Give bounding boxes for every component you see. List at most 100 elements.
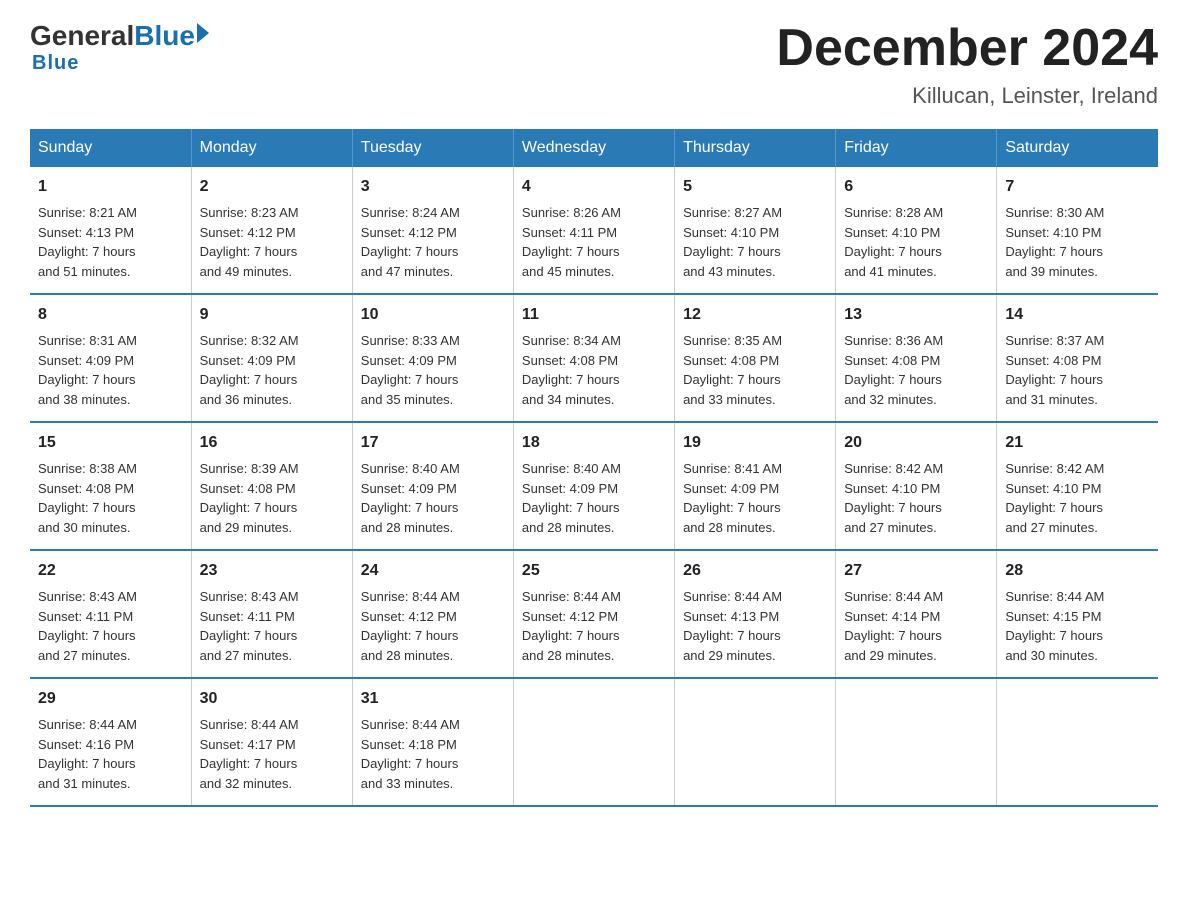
day-number: 3 (361, 175, 505, 199)
day-info: Sunrise: 8:23 AMSunset: 4:12 PMDaylight:… (200, 203, 344, 281)
day-number: 7 (1005, 175, 1150, 199)
header-saturday: Saturday (997, 129, 1158, 167)
day-number: 5 (683, 175, 827, 199)
calendar-cell: 22 Sunrise: 8:43 AMSunset: 4:11 PMDaylig… (30, 550, 191, 678)
header-friday: Friday (836, 129, 997, 167)
day-number: 24 (361, 559, 505, 583)
calendar-cell: 8 Sunrise: 8:31 AMSunset: 4:09 PMDayligh… (30, 294, 191, 422)
calendar-cell: 9 Sunrise: 8:32 AMSunset: 4:09 PMDayligh… (191, 294, 352, 422)
day-info: Sunrise: 8:38 AMSunset: 4:08 PMDaylight:… (38, 459, 183, 537)
day-info: Sunrise: 8:43 AMSunset: 4:11 PMDaylight:… (200, 587, 344, 665)
location: Killucan, Leinster, Ireland (776, 83, 1158, 109)
logo-underline: Blue (32, 52, 79, 75)
calendar-cell: 7 Sunrise: 8:30 AMSunset: 4:10 PMDayligh… (997, 167, 1158, 294)
day-info: Sunrise: 8:27 AMSunset: 4:10 PMDaylight:… (683, 203, 827, 281)
logo-text: General Blue (30, 20, 209, 52)
day-number: 22 (38, 559, 183, 583)
calendar-week-row: 8 Sunrise: 8:31 AMSunset: 4:09 PMDayligh… (30, 294, 1158, 422)
calendar-cell: 6 Sunrise: 8:28 AMSunset: 4:10 PMDayligh… (836, 167, 997, 294)
calendar-cell: 10 Sunrise: 8:33 AMSunset: 4:09 PMDaylig… (352, 294, 513, 422)
header-thursday: Thursday (675, 129, 836, 167)
day-number: 6 (844, 175, 988, 199)
day-number: 12 (683, 303, 827, 327)
day-number: 26 (683, 559, 827, 583)
calendar-cell: 21 Sunrise: 8:42 AMSunset: 4:10 PMDaylig… (997, 422, 1158, 550)
day-info: Sunrise: 8:30 AMSunset: 4:10 PMDaylight:… (1005, 203, 1150, 281)
calendar-cell (836, 678, 997, 806)
day-number: 10 (361, 303, 505, 327)
day-number: 4 (522, 175, 666, 199)
calendar-cell: 14 Sunrise: 8:37 AMSunset: 4:08 PMDaylig… (997, 294, 1158, 422)
header-wednesday: Wednesday (513, 129, 674, 167)
calendar-cell: 17 Sunrise: 8:40 AMSunset: 4:09 PMDaylig… (352, 422, 513, 550)
day-number: 29 (38, 687, 183, 711)
day-info: Sunrise: 8:28 AMSunset: 4:10 PMDaylight:… (844, 203, 988, 281)
calendar-week-row: 1 Sunrise: 8:21 AMSunset: 4:13 PMDayligh… (30, 167, 1158, 294)
calendar-cell: 28 Sunrise: 8:44 AMSunset: 4:15 PMDaylig… (997, 550, 1158, 678)
day-info: Sunrise: 8:44 AMSunset: 4:13 PMDaylight:… (683, 587, 827, 665)
month-title: December 2024 (776, 20, 1158, 77)
calendar-cell: 20 Sunrise: 8:42 AMSunset: 4:10 PMDaylig… (836, 422, 997, 550)
calendar-cell: 25 Sunrise: 8:44 AMSunset: 4:12 PMDaylig… (513, 550, 674, 678)
calendar-cell: 2 Sunrise: 8:23 AMSunset: 4:12 PMDayligh… (191, 167, 352, 294)
day-info: Sunrise: 8:44 AMSunset: 4:12 PMDaylight:… (361, 587, 505, 665)
calendar-cell: 15 Sunrise: 8:38 AMSunset: 4:08 PMDaylig… (30, 422, 191, 550)
day-number: 16 (200, 431, 344, 455)
calendar-cell: 11 Sunrise: 8:34 AMSunset: 4:08 PMDaylig… (513, 294, 674, 422)
day-info: Sunrise: 8:41 AMSunset: 4:09 PMDaylight:… (683, 459, 827, 537)
day-number: 27 (844, 559, 988, 583)
day-info: Sunrise: 8:39 AMSunset: 4:08 PMDaylight:… (200, 459, 344, 537)
day-number: 30 (200, 687, 344, 711)
calendar-week-row: 29 Sunrise: 8:44 AMSunset: 4:16 PMDaylig… (30, 678, 1158, 806)
day-number: 11 (522, 303, 666, 327)
calendar-cell: 1 Sunrise: 8:21 AMSunset: 4:13 PMDayligh… (30, 167, 191, 294)
day-number: 28 (1005, 559, 1150, 583)
calendar-cell: 18 Sunrise: 8:40 AMSunset: 4:09 PMDaylig… (513, 422, 674, 550)
logo-general: General (30, 20, 134, 52)
day-number: 25 (522, 559, 666, 583)
day-info: Sunrise: 8:44 AMSunset: 4:16 PMDaylight:… (38, 715, 183, 793)
day-number: 9 (200, 303, 344, 327)
calendar-week-row: 22 Sunrise: 8:43 AMSunset: 4:11 PMDaylig… (30, 550, 1158, 678)
header-monday: Monday (191, 129, 352, 167)
calendar-cell (675, 678, 836, 806)
day-info: Sunrise: 8:42 AMSunset: 4:10 PMDaylight:… (1005, 459, 1150, 537)
logo-triangle-icon (197, 23, 209, 43)
day-info: Sunrise: 8:34 AMSunset: 4:08 PMDaylight:… (522, 331, 666, 409)
calendar-cell: 4 Sunrise: 8:26 AMSunset: 4:11 PMDayligh… (513, 167, 674, 294)
calendar-cell: 27 Sunrise: 8:44 AMSunset: 4:14 PMDaylig… (836, 550, 997, 678)
day-number: 19 (683, 431, 827, 455)
header-tuesday: Tuesday (352, 129, 513, 167)
day-number: 21 (1005, 431, 1150, 455)
day-number: 15 (38, 431, 183, 455)
day-info: Sunrise: 8:43 AMSunset: 4:11 PMDaylight:… (38, 587, 183, 665)
day-number: 17 (361, 431, 505, 455)
day-number: 8 (38, 303, 183, 327)
calendar-cell: 5 Sunrise: 8:27 AMSunset: 4:10 PMDayligh… (675, 167, 836, 294)
day-info: Sunrise: 8:24 AMSunset: 4:12 PMDaylight:… (361, 203, 505, 281)
calendar-cell (513, 678, 674, 806)
logo-blue-text: Blue (134, 20, 195, 52)
day-info: Sunrise: 8:44 AMSunset: 4:17 PMDaylight:… (200, 715, 344, 793)
day-number: 13 (844, 303, 988, 327)
header-sunday: Sunday (30, 129, 191, 167)
calendar-cell: 19 Sunrise: 8:41 AMSunset: 4:09 PMDaylig… (675, 422, 836, 550)
day-info: Sunrise: 8:26 AMSunset: 4:11 PMDaylight:… (522, 203, 666, 281)
calendar-cell: 31 Sunrise: 8:44 AMSunset: 4:18 PMDaylig… (352, 678, 513, 806)
day-info: Sunrise: 8:31 AMSunset: 4:09 PMDaylight:… (38, 331, 183, 409)
calendar-cell: 24 Sunrise: 8:44 AMSunset: 4:12 PMDaylig… (352, 550, 513, 678)
page-header: General Blue Blue December 2024 Killucan… (30, 20, 1158, 109)
calendar-cell: 16 Sunrise: 8:39 AMSunset: 4:08 PMDaylig… (191, 422, 352, 550)
day-info: Sunrise: 8:44 AMSunset: 4:14 PMDaylight:… (844, 587, 988, 665)
day-number: 1 (38, 175, 183, 199)
calendar-cell: 12 Sunrise: 8:35 AMSunset: 4:08 PMDaylig… (675, 294, 836, 422)
calendar-cell: 3 Sunrise: 8:24 AMSunset: 4:12 PMDayligh… (352, 167, 513, 294)
day-info: Sunrise: 8:32 AMSunset: 4:09 PMDaylight:… (200, 331, 344, 409)
calendar-table: SundayMondayTuesdayWednesdayThursdayFrid… (30, 129, 1158, 807)
day-number: 14 (1005, 303, 1150, 327)
day-info: Sunrise: 8:33 AMSunset: 4:09 PMDaylight:… (361, 331, 505, 409)
calendar-cell: 30 Sunrise: 8:44 AMSunset: 4:17 PMDaylig… (191, 678, 352, 806)
calendar-header-row: SundayMondayTuesdayWednesdayThursdayFrid… (30, 129, 1158, 167)
calendar-cell: 29 Sunrise: 8:44 AMSunset: 4:16 PMDaylig… (30, 678, 191, 806)
day-number: 31 (361, 687, 505, 711)
